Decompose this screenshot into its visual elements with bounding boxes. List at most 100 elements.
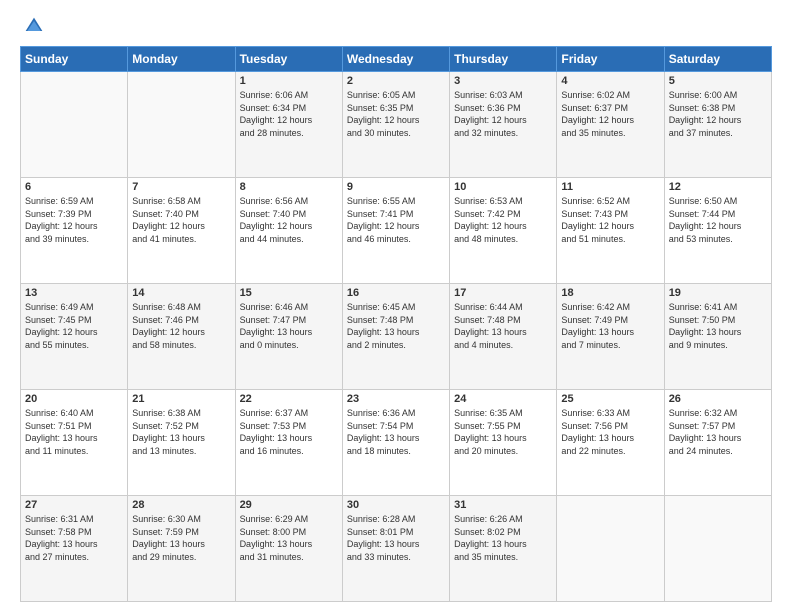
calendar-cell: 8Sunrise: 6:56 AM Sunset: 7:40 PM Daylig…: [235, 178, 342, 284]
day-number: 5: [669, 75, 767, 87]
day-number: 18: [561, 287, 659, 299]
weekday-header-saturday: Saturday: [664, 47, 771, 72]
day-info: Sunrise: 6:48 AM Sunset: 7:46 PM Dayligh…: [132, 301, 230, 351]
day-info: Sunrise: 6:50 AM Sunset: 7:44 PM Dayligh…: [669, 195, 767, 245]
calendar-cell: 11Sunrise: 6:52 AM Sunset: 7:43 PM Dayli…: [557, 178, 664, 284]
day-info: Sunrise: 6:03 AM Sunset: 6:36 PM Dayligh…: [454, 89, 552, 139]
calendar-cell: 17Sunrise: 6:44 AM Sunset: 7:48 PM Dayli…: [450, 284, 557, 390]
day-number: 15: [240, 287, 338, 299]
day-number: 28: [132, 499, 230, 511]
calendar-cell: 25 Sunrise: 6:33 AM Sunset: 7:56 PM Dayli…: [557, 390, 664, 496]
day-info: Sunrise: 6:38 AM Sunset: 7:52 PM Dayligh…: [132, 407, 230, 457]
calendar-cell: [557, 496, 664, 602]
calendar-cell: [21, 72, 128, 178]
calendar-cell: 18 Sunrise: 6:42 AM Sunset: 7:49 PM Dayli…: [557, 284, 664, 390]
day-number: 3: [454, 75, 552, 87]
day-info: Sunrise: 6:59 AM Sunset: 7:39 PM Dayligh…: [25, 195, 123, 245]
calendar-body: 1 Sunrise: 6:06 AM Sunset: 6:34 PM Daylig…: [21, 72, 772, 602]
calendar-cell: 19 Sunrise: 6:41 AM Sunset: 7:50 PM Dayli…: [664, 284, 771, 390]
calendar-week-4: 20 Sunrise: 6:40 AM Sunset: 7:51 PM Dayli…: [21, 390, 772, 496]
calendar-cell: 28 Sunrise: 6:30 AM Sunset: 7:59 PM Dayli…: [128, 496, 235, 602]
calendar-cell: 22Sunrise: 6:37 AM Sunset: 7:53 PM Dayli…: [235, 390, 342, 496]
weekday-header-sunday: Sunday: [21, 47, 128, 72]
header: [20, 16, 772, 36]
day-info: Sunrise: 6:35 AM Sunset: 7:55 PM Dayligh…: [454, 407, 552, 457]
day-info: Sunrise: 6:31 AM Sunset: 7:58 PM Dayligh…: [25, 513, 123, 563]
day-number: 2: [347, 75, 445, 87]
day-number: 20: [25, 393, 123, 405]
logo-text: [20, 16, 44, 36]
day-info: Sunrise: 6:33 AM Sunset: 7:56 PM Dayligh…: [561, 407, 659, 457]
calendar-cell: [664, 496, 771, 602]
day-number: 17: [454, 287, 552, 299]
day-number: 14: [132, 287, 230, 299]
day-info: Sunrise: 6:41 AM Sunset: 7:50 PM Dayligh…: [669, 301, 767, 351]
day-number: 22: [240, 393, 338, 405]
calendar-cell: 30 Sunrise: 6:28 AM Sunset: 8:01 PM Dayli…: [342, 496, 449, 602]
weekday-header-monday: Monday: [128, 47, 235, 72]
day-info: Sunrise: 6:32 AM Sunset: 7:57 PM Dayligh…: [669, 407, 767, 457]
day-number: 21: [132, 393, 230, 405]
day-number: 23: [347, 393, 445, 405]
weekday-header-friday: Friday: [557, 47, 664, 72]
day-number: 29: [240, 499, 338, 511]
calendar-cell: 20 Sunrise: 6:40 AM Sunset: 7:51 PM Dayli…: [21, 390, 128, 496]
calendar-cell: 13 Sunrise: 6:49 AM Sunset: 7:45 PM Dayli…: [21, 284, 128, 390]
weekday-header-row: SundayMondayTuesdayWednesdayThursdayFrid…: [21, 47, 772, 72]
day-number: 27: [25, 499, 123, 511]
day-number: 31: [454, 499, 552, 511]
day-info: Sunrise: 6:30 AM Sunset: 7:59 PM Dayligh…: [132, 513, 230, 563]
day-number: 25: [561, 393, 659, 405]
day-number: 10: [454, 181, 552, 193]
day-number: 6: [25, 181, 123, 193]
day-info: Sunrise: 6:42 AM Sunset: 7:49 PM Dayligh…: [561, 301, 659, 351]
logo: [20, 16, 44, 36]
calendar-cell: 24 Sunrise: 6:35 AM Sunset: 7:55 PM Dayli…: [450, 390, 557, 496]
calendar-cell: 9 Sunrise: 6:55 AM Sunset: 7:41 PM Daylig…: [342, 178, 449, 284]
day-info: Sunrise: 6:05 AM Sunset: 6:35 PM Dayligh…: [347, 89, 445, 139]
weekday-header-thursday: Thursday: [450, 47, 557, 72]
weekday-header-wednesday: Wednesday: [342, 47, 449, 72]
logo-icon: [24, 16, 44, 36]
day-info: Sunrise: 6:26 AM Sunset: 8:02 PM Dayligh…: [454, 513, 552, 563]
day-number: 1: [240, 75, 338, 87]
day-info: Sunrise: 6:46 AM Sunset: 7:47 PM Dayligh…: [240, 301, 338, 351]
day-info: Sunrise: 6:58 AM Sunset: 7:40 PM Dayligh…: [132, 195, 230, 245]
calendar-cell: [128, 72, 235, 178]
calendar-cell: 1 Sunrise: 6:06 AM Sunset: 6:34 PM Daylig…: [235, 72, 342, 178]
day-number: 19: [669, 287, 767, 299]
calendar-week-3: 13 Sunrise: 6:49 AM Sunset: 7:45 PM Dayli…: [21, 284, 772, 390]
day-info: Sunrise: 6:06 AM Sunset: 6:34 PM Dayligh…: [240, 89, 338, 139]
day-info: Sunrise: 6:29 AM Sunset: 8:00 PM Dayligh…: [240, 513, 338, 563]
calendar-cell: 26Sunrise: 6:32 AM Sunset: 7:57 PM Dayli…: [664, 390, 771, 496]
day-info: Sunrise: 6:56 AM Sunset: 7:40 PM Dayligh…: [240, 195, 338, 245]
calendar-week-2: 6 Sunrise: 6:59 AM Sunset: 7:39 PM Daylig…: [21, 178, 772, 284]
day-number: 11: [561, 181, 659, 193]
calendar-cell: 31 Sunrise: 6:26 AM Sunset: 8:02 PM Dayli…: [450, 496, 557, 602]
day-info: Sunrise: 6:55 AM Sunset: 7:41 PM Dayligh…: [347, 195, 445, 245]
day-info: Sunrise: 6:45 AM Sunset: 7:48 PM Dayligh…: [347, 301, 445, 351]
calendar-cell: 16Sunrise: 6:45 AM Sunset: 7:48 PM Dayli…: [342, 284, 449, 390]
day-number: 24: [454, 393, 552, 405]
calendar-cell: 6 Sunrise: 6:59 AM Sunset: 7:39 PM Daylig…: [21, 178, 128, 284]
calendar-cell: 14 Sunrise: 6:48 AM Sunset: 7:46 PM Dayli…: [128, 284, 235, 390]
calendar-week-1: 1 Sunrise: 6:06 AM Sunset: 6:34 PM Daylig…: [21, 72, 772, 178]
calendar-cell: 27 Sunrise: 6:31 AM Sunset: 7:58 PM Dayli…: [21, 496, 128, 602]
day-number: 4: [561, 75, 659, 87]
calendar-cell: 2 Sunrise: 6:05 AM Sunset: 6:35 PM Daylig…: [342, 72, 449, 178]
day-number: 30: [347, 499, 445, 511]
calendar-cell: 4Sunrise: 6:02 AM Sunset: 6:37 PM Daylig…: [557, 72, 664, 178]
calendar-cell: 3 Sunrise: 6:03 AM Sunset: 6:36 PM Daylig…: [450, 72, 557, 178]
day-number: 7: [132, 181, 230, 193]
day-number: 13: [25, 287, 123, 299]
day-info: Sunrise: 6:40 AM Sunset: 7:51 PM Dayligh…: [25, 407, 123, 457]
day-info: Sunrise: 6:28 AM Sunset: 8:01 PM Dayligh…: [347, 513, 445, 563]
calendar-table: SundayMondayTuesdayWednesdayThursdayFrid…: [20, 46, 772, 602]
day-info: Sunrise: 6:53 AM Sunset: 7:42 PM Dayligh…: [454, 195, 552, 245]
day-number: 9: [347, 181, 445, 193]
calendar-cell: 7 Sunrise: 6:58 AM Sunset: 7:40 PM Daylig…: [128, 178, 235, 284]
day-info: Sunrise: 6:49 AM Sunset: 7:45 PM Dayligh…: [25, 301, 123, 351]
calendar-cell: 5 Sunrise: 6:00 AM Sunset: 6:38 PM Daylig…: [664, 72, 771, 178]
day-info: Sunrise: 6:00 AM Sunset: 6:38 PM Dayligh…: [669, 89, 767, 139]
calendar-cell: 10 Sunrise: 6:53 AM Sunset: 7:42 PM Dayli…: [450, 178, 557, 284]
